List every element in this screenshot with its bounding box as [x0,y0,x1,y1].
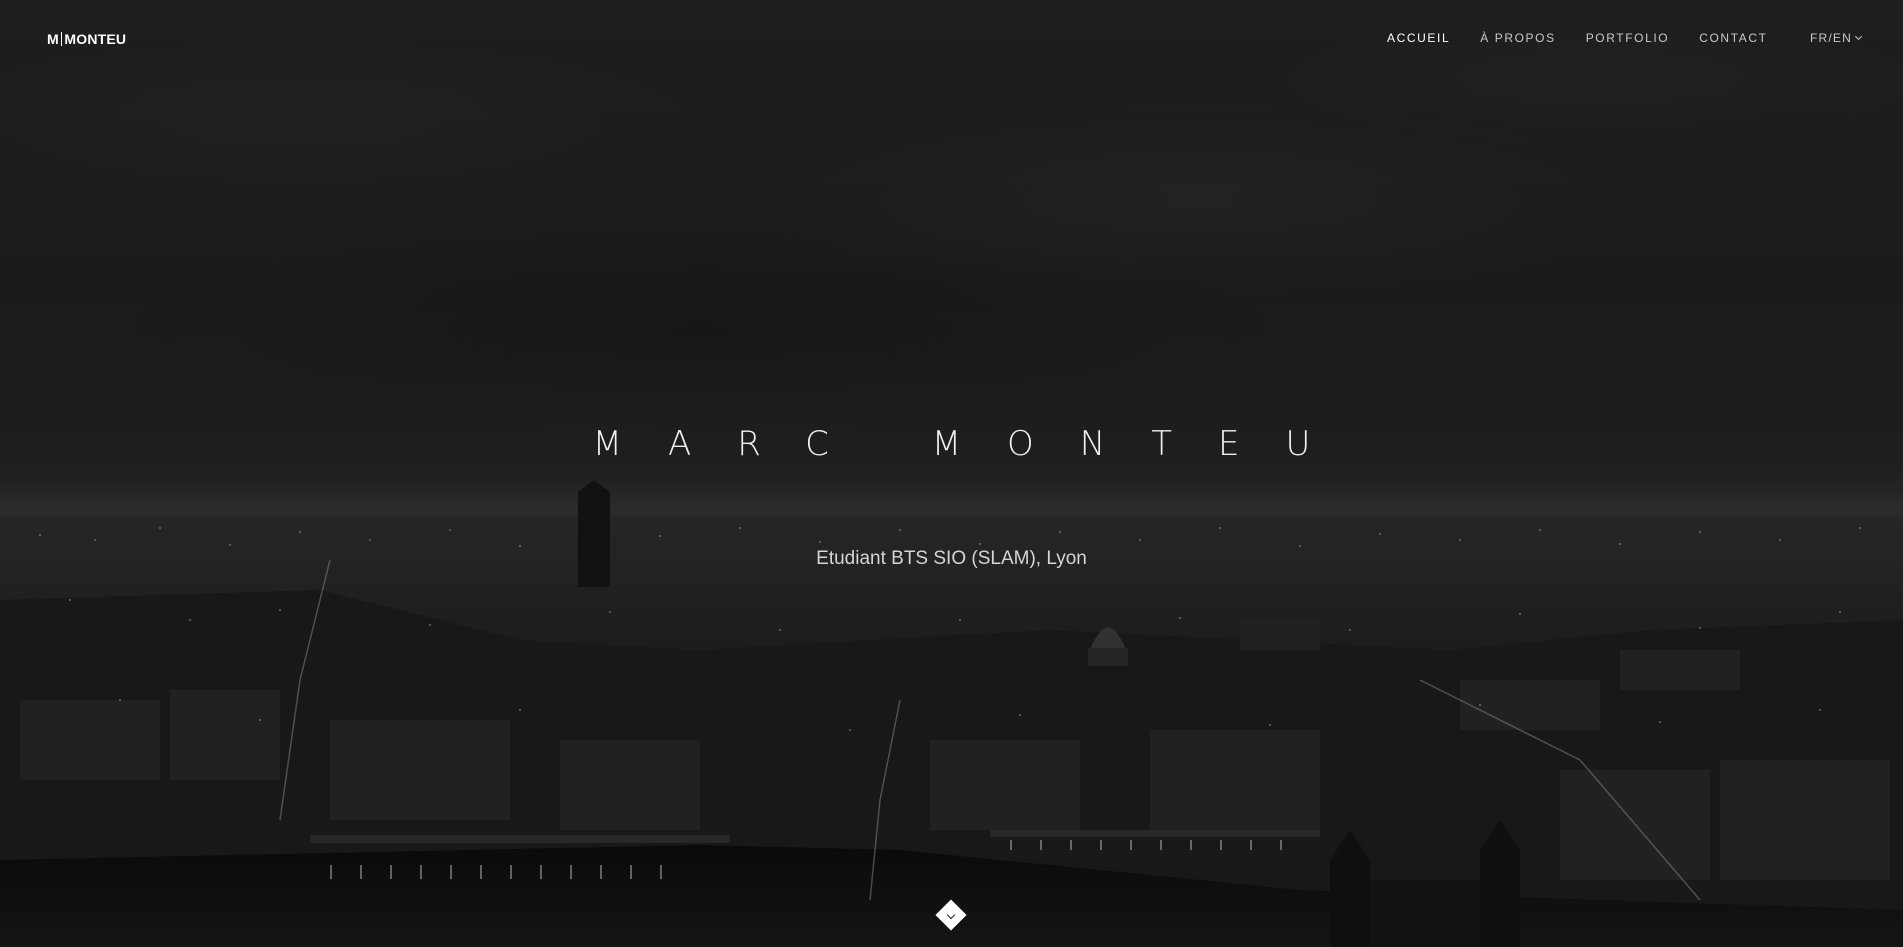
hero-title: MARC MONTEU [592,424,1357,464]
logo-divider [60,32,63,46]
nav-menu: ACCUEIL À PROPOS PORTFOLIO CONTACT [1387,31,1798,45]
site-logo[interactable]: M MONTEU [47,31,126,47]
navbar: M MONTEU ACCUEIL À PROPOS PORTFOLIO CONT… [0,0,1903,76]
nav-item-a-propos[interactable]: À PROPOS [1480,31,1555,45]
language-switcher[interactable]: FR/EN [1810,31,1863,45]
chevron-down-icon [946,910,956,920]
logo-name: MONTEU [64,31,127,47]
city-skyline-image [0,0,1903,947]
chevron-down-icon [1854,32,1863,41]
nav-item-portfolio[interactable]: PORTFOLIO [1586,31,1670,45]
hero-section: M MONTEU ACCUEIL À PROPOS PORTFOLIO CONT… [0,0,1903,947]
hero-subtitle: Etudiant BTS SIO (SLAM), Lyon [816,548,1087,569]
nav-item-contact[interactable]: CONTACT [1699,31,1767,45]
language-label: FR/EN [1810,31,1852,45]
nav-item-accueil[interactable]: ACCUEIL [1387,31,1450,45]
logo-initial: M [47,31,59,47]
